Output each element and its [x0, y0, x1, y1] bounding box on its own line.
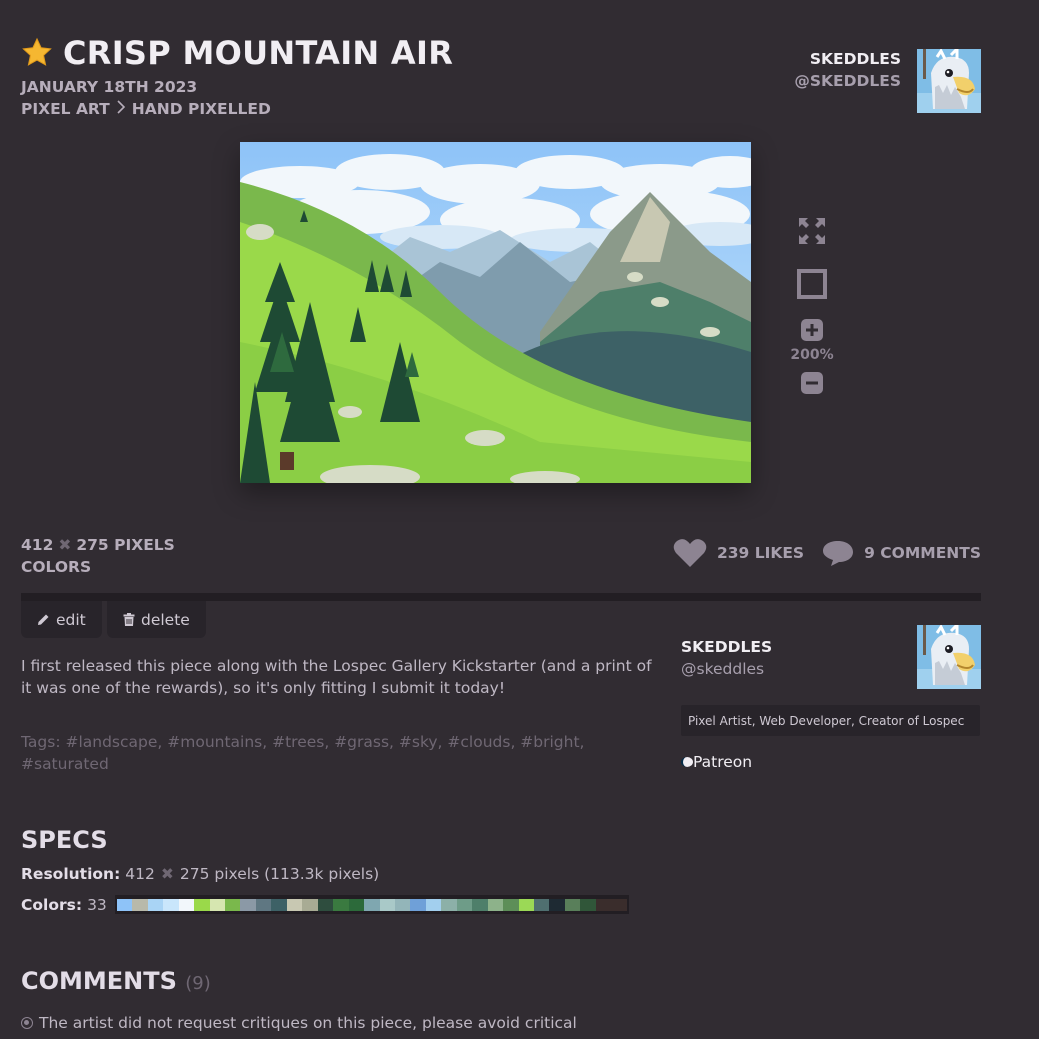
- artwork-date: JANUARY 18TH 2023: [21, 78, 198, 96]
- palette-swatch[interactable]: [472, 898, 488, 911]
- palette-swatch[interactable]: [132, 898, 148, 911]
- fit-frame-icon[interactable]: [797, 269, 827, 299]
- palette-swatch[interactable]: [456, 898, 473, 911]
- resolution-line: Resolution: 412 ✖ 275 pixels (113.3k pixel…: [21, 865, 379, 883]
- heart-icon[interactable]: [673, 538, 707, 568]
- patreon-label[interactable]: Patreon: [693, 753, 752, 771]
- likes-count[interactable]: 239 LIKES: [717, 544, 804, 562]
- edit-button[interactable]: edit: [21, 601, 102, 638]
- palette-swatch[interactable]: [410, 898, 426, 911]
- palette-swatch[interactable]: [595, 898, 612, 911]
- resolution-width: 412: [125, 865, 155, 883]
- artist-card-handle[interactable]: @skeddles: [681, 658, 772, 680]
- colors-label[interactable]: COLORS: [21, 556, 175, 578]
- comments-heading: COMMENTS (9): [21, 967, 211, 995]
- image-dimensions: 412 ✖ 275 PIXELS COLORS: [21, 534, 175, 578]
- divider: [21, 593, 981, 601]
- palette-swatch[interactable]: [503, 898, 519, 911]
- palette-swatch[interactable]: [518, 898, 535, 911]
- critique-notice: The artist did not request critiques on …: [21, 1014, 577, 1032]
- times-icon: ✖: [160, 865, 174, 883]
- artist-card-avatar[interactable]: [917, 625, 981, 689]
- times-icon: ✖: [58, 536, 72, 554]
- artwork-tags[interactable]: Tags: #landscape, #mountains, #trees, #g…: [21, 731, 621, 775]
- palette-swatch[interactable]: [224, 898, 241, 911]
- color-palette[interactable]: [114, 895, 629, 914]
- palette-swatch[interactable]: [286, 898, 303, 911]
- palette-swatch[interactable]: [240, 898, 256, 911]
- delete-label: delete: [141, 610, 190, 629]
- trash-icon: [123, 613, 135, 626]
- pixels-unit: PIXELS: [114, 536, 175, 554]
- palette-swatch[interactable]: [564, 898, 581, 911]
- palette-swatch[interactable]: [549, 898, 565, 911]
- palette-swatch[interactable]: [302, 898, 318, 911]
- palette-swatch[interactable]: [209, 898, 225, 911]
- info-circle-icon: [21, 1017, 33, 1029]
- comments-heading-count: (9): [185, 973, 211, 994]
- patreon-link[interactable]: Patreon: [681, 753, 752, 771]
- breadcrumb: PIXEL ART HAND PIXELLED: [21, 100, 271, 118]
- colors-spec-label: Colors:: [21, 895, 83, 914]
- palette-swatch[interactable]: [348, 898, 365, 911]
- comments-count[interactable]: 9 COMMENTS: [864, 544, 981, 562]
- palette-swatch[interactable]: [441, 898, 457, 911]
- artwork-image[interactable]: [240, 142, 770, 489]
- palette-swatch[interactable]: [163, 898, 179, 911]
- resolution-label: Resolution:: [21, 865, 121, 883]
- palette-swatch[interactable]: [194, 898, 210, 911]
- pencil-icon: [38, 614, 49, 625]
- artist-header[interactable]: SKEDDLES @SKEDDLES: [794, 50, 901, 90]
- chevron-right-icon: [116, 100, 126, 118]
- palette-swatch[interactable]: [116, 898, 133, 911]
- artist-card[interactable]: SKEDDLES @skeddles: [681, 636, 772, 680]
- palette-swatch[interactable]: [271, 898, 287, 911]
- palette-swatch[interactable]: [379, 898, 395, 911]
- breadcrumb-hand-pixelled[interactable]: HAND PIXELLED: [132, 100, 271, 118]
- critique-notice-text: The artist did not request critiques on …: [39, 1014, 577, 1032]
- artist-card-name[interactable]: SKEDDLES: [681, 636, 772, 658]
- fullscreen-icon[interactable]: [797, 216, 827, 246]
- palette-swatch[interactable]: [147, 898, 164, 911]
- comments-heading-label: COMMENTS: [21, 967, 177, 995]
- palette-swatch[interactable]: [178, 898, 195, 911]
- artist-handle[interactable]: @SKEDDLES: [794, 72, 901, 90]
- palette-swatch[interactable]: [580, 898, 596, 911]
- star-icon[interactable]: [21, 37, 53, 69]
- specs-heading: SPECS: [21, 826, 108, 854]
- avatar[interactable]: [917, 49, 981, 113]
- artwork-description: I first released this piece along with t…: [21, 657, 652, 697]
- zoom-in-icon[interactable]: [801, 319, 823, 341]
- palette-swatch[interactable]: [333, 898, 349, 911]
- palette-swatch[interactable]: [487, 898, 504, 911]
- width-value: 412: [21, 536, 54, 554]
- palette-swatch[interactable]: [394, 898, 411, 911]
- palette-swatch[interactable]: [255, 898, 272, 911]
- zoom-out-icon[interactable]: [801, 372, 823, 394]
- zoom-level: 200%: [790, 347, 834, 363]
- height-value: 275: [76, 536, 109, 554]
- artist-bio: Pixel Artist, Web Developer, Creator of …: [681, 705, 980, 736]
- patreon-icon: [681, 757, 693, 767]
- palette-swatch[interactable]: [611, 898, 627, 911]
- comment-icon[interactable]: [822, 539, 854, 567]
- colors-count: 33: [87, 895, 107, 914]
- colors-line: Colors: 33: [21, 895, 629, 914]
- artist-name[interactable]: SKEDDLES: [794, 50, 901, 68]
- delete-button[interactable]: delete: [107, 601, 206, 638]
- page-title: CRISP MOUNTAIN AIR: [21, 34, 453, 72]
- palette-swatch[interactable]: [317, 898, 334, 911]
- resolution-detail: 275 pixels (113.3k pixels): [179, 865, 380, 883]
- edit-label: edit: [56, 610, 86, 629]
- artwork-title: CRISP MOUNTAIN AIR: [63, 34, 454, 72]
- breadcrumb-pixel-art[interactable]: PIXEL ART: [21, 100, 110, 118]
- palette-swatch[interactable]: [534, 898, 550, 911]
- palette-swatch[interactable]: [364, 898, 380, 911]
- engagement-stats: 239 LIKES 9 COMMENTS: [673, 538, 981, 568]
- palette-swatch[interactable]: [425, 898, 442, 911]
